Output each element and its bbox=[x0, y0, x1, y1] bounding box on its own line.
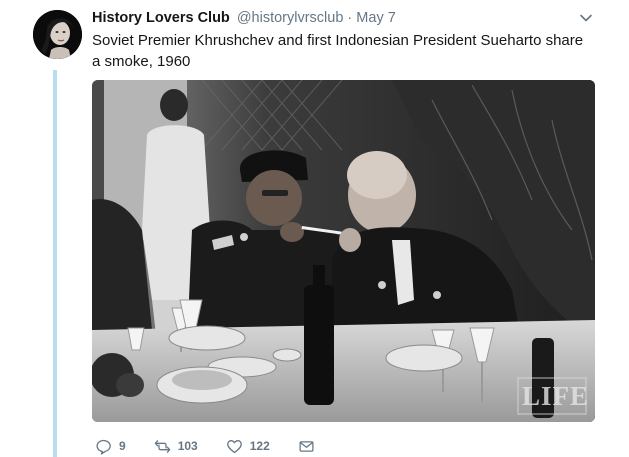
reply-button[interactable]: 9 bbox=[95, 438, 126, 455]
life-watermark: LIFE bbox=[522, 381, 590, 411]
retweet-icon bbox=[154, 439, 170, 453]
heart-icon bbox=[226, 439, 242, 453]
like-count: 122 bbox=[249, 439, 270, 453]
tweet-photo[interactable]: LIFE bbox=[92, 80, 595, 422]
tweet-text: Soviet Premier Khrushchev and first Indo… bbox=[92, 32, 584, 70]
reply-count: 9 bbox=[119, 439, 126, 453]
direct-message-button[interactable] bbox=[298, 438, 322, 455]
tweet-header: History Lovers Club @historylvrsclub · M… bbox=[92, 9, 396, 27]
retweet-button[interactable]: 103 bbox=[154, 438, 198, 455]
avatar[interactable] bbox=[33, 10, 82, 59]
author-name[interactable]: History Lovers Club bbox=[92, 10, 230, 26]
reply-icon bbox=[96, 439, 111, 455]
tweet-date[interactable]: May 7 bbox=[356, 10, 396, 26]
retweet-count: 103 bbox=[177, 439, 198, 453]
like-button[interactable]: 122 bbox=[226, 438, 270, 455]
envelope-icon bbox=[299, 440, 314, 452]
tweet-actions: 9 103 122 bbox=[95, 436, 350, 456]
thread-connector-line bbox=[53, 70, 57, 457]
separator-dot: · bbox=[347, 10, 353, 26]
author-handle[interactable]: @historylvrsclub bbox=[237, 10, 344, 26]
chevron-down-icon[interactable] bbox=[579, 11, 593, 25]
